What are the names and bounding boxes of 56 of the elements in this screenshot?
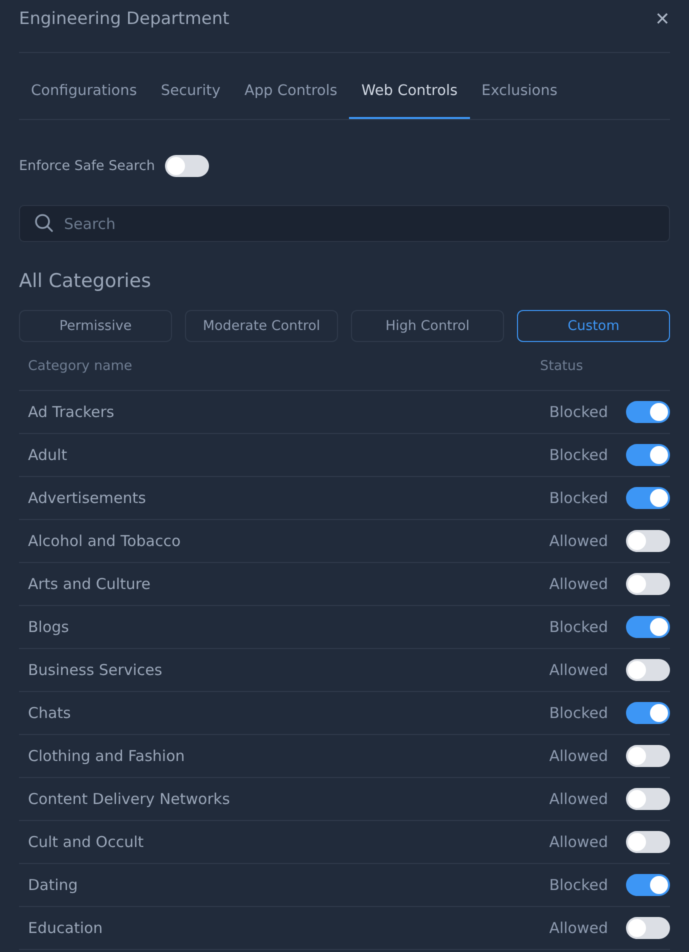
toggle-switch[interactable] [626, 401, 670, 423]
toggle-switch[interactable] [626, 444, 670, 466]
tab[interactable]: Security [148, 65, 232, 119]
toggle-switch[interactable] [626, 874, 670, 896]
category-name: Education [27, 919, 104, 937]
category-name: Arts and Culture [27, 575, 152, 593]
toggle-switch[interactable] [626, 745, 670, 767]
status-text: Allowed [549, 790, 608, 808]
status-text: Blocked [549, 446, 608, 464]
toggle-switch[interactable] [164, 155, 209, 177]
category-name: Clothing and Fashion [27, 747, 186, 765]
toggle-switch[interactable] [626, 917, 670, 939]
window-title: Engineering Department [19, 9, 230, 29]
category-name: Alcohol and Tobacco [27, 532, 182, 550]
category-name: Business Services [27, 661, 164, 679]
toggle-switch[interactable] [626, 530, 670, 552]
category-name: Content Delivery Networks [27, 790, 231, 808]
preset-button[interactable]: Custom [517, 310, 670, 342]
category-name: Adult [27, 446, 68, 464]
toggle-switch[interactable] [626, 831, 670, 853]
preset-button[interactable]: Permissive [19, 310, 172, 342]
status-text: Allowed [549, 833, 608, 851]
status-text: Blocked [549, 704, 608, 722]
status-text: Blocked [549, 489, 608, 507]
status-text: Blocked [549, 403, 608, 421]
status-text: Allowed [549, 747, 608, 765]
toggle-switch[interactable] [626, 788, 670, 810]
category-name: Blogs [27, 618, 70, 636]
setting-label: Enforce Safe Search [19, 158, 155, 174]
toggle-switch[interactable] [626, 487, 670, 509]
toggle-switch[interactable] [626, 573, 670, 595]
section-heading: All Categories [19, 270, 152, 292]
toggle-switch[interactable] [626, 702, 670, 724]
toggle-switch[interactable] [626, 616, 670, 638]
close-button[interactable]: ✕ [654, 9, 670, 30]
category-name: Advertisements [27, 489, 147, 507]
category-name: Cult and Occult [27, 833, 145, 851]
column-header: Status [540, 358, 584, 374]
preset-button[interactable]: High Control [351, 310, 504, 342]
tab[interactable]: App Controls [232, 65, 350, 119]
status-text: Allowed [549, 575, 608, 593]
tab[interactable]: Exclusions [470, 65, 570, 119]
search-field[interactable]: Search [19, 205, 670, 242]
preset-button[interactable]: Moderate Control [185, 310, 338, 342]
status-text: Allowed [549, 661, 608, 679]
status-text: Blocked [549, 618, 608, 636]
tab[interactable]: Configurations [19, 65, 149, 119]
column-header: Category name [27, 358, 134, 374]
category-name: Ad Trackers [27, 403, 116, 421]
tab[interactable]: Web Controls [349, 65, 470, 119]
status-text: Allowed [549, 532, 608, 550]
toggle-switch[interactable] [626, 659, 670, 681]
status-text: Allowed [549, 919, 608, 937]
category-name: Dating [27, 876, 79, 894]
status-text: Blocked [549, 876, 608, 894]
category-name: Chats [27, 704, 72, 722]
